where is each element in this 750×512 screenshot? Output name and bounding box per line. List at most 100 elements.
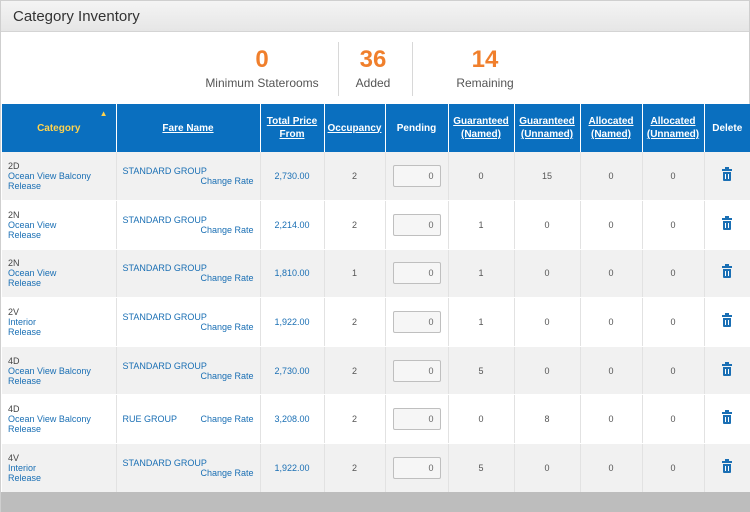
total-price-link[interactable]: 1,922.00: [260, 443, 325, 493]
total-price-link[interactable]: 3,208.00: [260, 394, 325, 445]
change-rate-link[interactable]: Change Rate: [200, 176, 259, 186]
category-code: 2N: [8, 209, 20, 220]
category-name-link[interactable]: Ocean View Balcony: [8, 414, 116, 424]
pending-input[interactable]: 0: [392, 311, 441, 334]
release-link[interactable]: Release: [8, 181, 116, 191]
total-price-link[interactable]: 2,730.00: [260, 346, 325, 396]
release-link[interactable]: Release: [8, 278, 116, 288]
column-header-label: Guaranteed: [453, 116, 509, 127]
category-code: 4D: [8, 404, 20, 415]
release-link[interactable]: Release: [8, 473, 116, 483]
change-rate-link[interactable]: Change Rate: [200, 414, 259, 424]
category-name-link[interactable]: Ocean View Balcony: [8, 171, 116, 181]
column-header-allocated-named[interactable]: Allocated (Named): [580, 104, 643, 152]
occupancy-cell: 2: [324, 297, 386, 347]
trash-icon[interactable]: [722, 410, 733, 425]
column-header-total-price[interactable]: Total Price From: [260, 104, 325, 152]
pending-input[interactable]: 0: [392, 165, 441, 188]
fare-name-link[interactable]: STANDARD GROUP: [123, 215, 207, 225]
delete-cell: [704, 200, 750, 250]
guaranteed-unnamed-cell: 0: [514, 297, 581, 347]
change-rate-link[interactable]: Change Rate: [200, 225, 259, 235]
column-header-label: (Unnamed): [646, 129, 700, 140]
column-header-label: Fare Name: [162, 122, 214, 134]
pending-cell: 0: [385, 152, 449, 202]
change-rate-link[interactable]: Change Rate: [200, 322, 259, 332]
stat-value: 36: [359, 46, 387, 73]
table-row: 2N Ocean View Release STANDARD GROUP Cha…: [2, 249, 750, 299]
fare-name-link[interactable]: STANDARD GROUP: [123, 361, 207, 371]
guaranteed-named-cell: 1: [448, 297, 515, 347]
fare-name-cell: RUE GROUP Change Rate: [116, 394, 261, 445]
stat-label: Minimum Staterooms: [205, 76, 319, 90]
category-name-link[interactable]: Interior: [8, 463, 116, 473]
pending-input[interactable]: 0: [392, 408, 441, 431]
stat-label: Added: [355, 76, 391, 90]
pending-input[interactable]: 0: [392, 213, 441, 236]
sort-ascending-icon: ▲: [99, 109, 108, 118]
category-name-link[interactable]: Ocean View: [8, 268, 116, 278]
fare-name-link[interactable]: RUE GROUP: [123, 414, 178, 424]
guaranteed-unnamed-cell: 15: [514, 152, 581, 202]
column-header-delete: Delete: [704, 104, 750, 152]
fare-name-link[interactable]: STANDARD GROUP: [123, 312, 207, 322]
occupancy-cell: 2: [324, 200, 386, 250]
fare-name-link[interactable]: STANDARD GROUP: [123, 263, 207, 273]
pending-input[interactable]: 0: [392, 262, 441, 285]
change-rate-link[interactable]: Change Rate: [200, 273, 259, 283]
table-header-row: ▲ Category Fare Name Total Price From Occ…: [2, 104, 750, 152]
column-header-fare-name[interactable]: Fare Name: [116, 104, 261, 152]
column-header-category[interactable]: ▲ Category: [2, 104, 117, 152]
trash-icon[interactable]: [722, 458, 733, 473]
column-header-label: (Unnamed): [520, 129, 574, 140]
release-link[interactable]: Release: [8, 424, 116, 434]
pending-cell: 0: [385, 249, 449, 299]
fare-name-link[interactable]: STANDARD GROUP: [123, 166, 207, 176]
total-price-link[interactable]: 2,730.00: [260, 152, 325, 202]
category-code: 2D: [8, 161, 20, 172]
category-cell: 2N Ocean View Release: [2, 200, 117, 250]
pending-cell: 0: [385, 297, 449, 347]
trash-icon[interactable]: [722, 215, 733, 230]
allocated-named-cell: 0: [580, 152, 643, 202]
total-price-link[interactable]: 1,922.00: [260, 297, 325, 347]
change-rate-link[interactable]: Change Rate: [200, 371, 259, 381]
stat-value: 14: [471, 46, 499, 73]
release-link[interactable]: Release: [8, 376, 116, 386]
column-header-guaranteed-unnamed[interactable]: Guaranteed (Unnamed): [514, 104, 581, 152]
release-link[interactable]: Release: [8, 230, 116, 240]
release-link[interactable]: Release: [8, 327, 116, 337]
guaranteed-unnamed-cell: 0: [514, 346, 581, 396]
guaranteed-unnamed-cell: 0: [514, 200, 581, 250]
column-header-label: Allocated: [588, 116, 634, 127]
allocated-named-cell: 0: [580, 394, 643, 445]
column-header-guaranteed-named[interactable]: Guaranteed (Named): [448, 104, 515, 152]
delete-cell: [704, 152, 750, 202]
total-price-link[interactable]: 2,214.00: [260, 200, 325, 250]
pending-input[interactable]: 0: [392, 456, 441, 479]
trash-icon[interactable]: [722, 167, 733, 182]
column-header-allocated-unnamed[interactable]: Allocated (Unnamed): [642, 104, 705, 152]
column-header-occupancy[interactable]: Occupancy: [324, 104, 386, 152]
trash-icon[interactable]: [722, 361, 733, 376]
category-cell: 4D Ocean View Balcony Release: [2, 394, 117, 445]
total-price-link[interactable]: 1,810.00: [260, 249, 325, 299]
category-name-link[interactable]: Ocean View: [8, 220, 116, 230]
category-code: 4V: [8, 452, 20, 463]
footer-bar: [1, 492, 750, 512]
stat-added: 36 Added: [337, 46, 409, 90]
pending-cell: 0: [385, 443, 449, 493]
pending-input[interactable]: 0: [392, 359, 441, 382]
occupancy-cell: 2: [324, 346, 386, 396]
trash-icon[interactable]: [722, 264, 733, 279]
trash-icon[interactable]: [722, 313, 733, 328]
category-name-link[interactable]: Ocean View Balcony: [8, 366, 116, 376]
fare-name-link[interactable]: STANDARD GROUP: [123, 458, 207, 468]
table-row: 2N Ocean View Release STANDARD GROUP Cha…: [2, 200, 750, 250]
panel-title: Category Inventory: [13, 7, 140, 25]
allocated-named-cell: 0: [580, 443, 643, 493]
change-rate-link[interactable]: Change Rate: [200, 468, 259, 478]
inventory-table: ▲ Category Fare Name Total Price From Occ…: [2, 104, 750, 493]
occupancy-cell: 1: [324, 249, 386, 299]
category-name-link[interactable]: Interior: [8, 317, 116, 327]
